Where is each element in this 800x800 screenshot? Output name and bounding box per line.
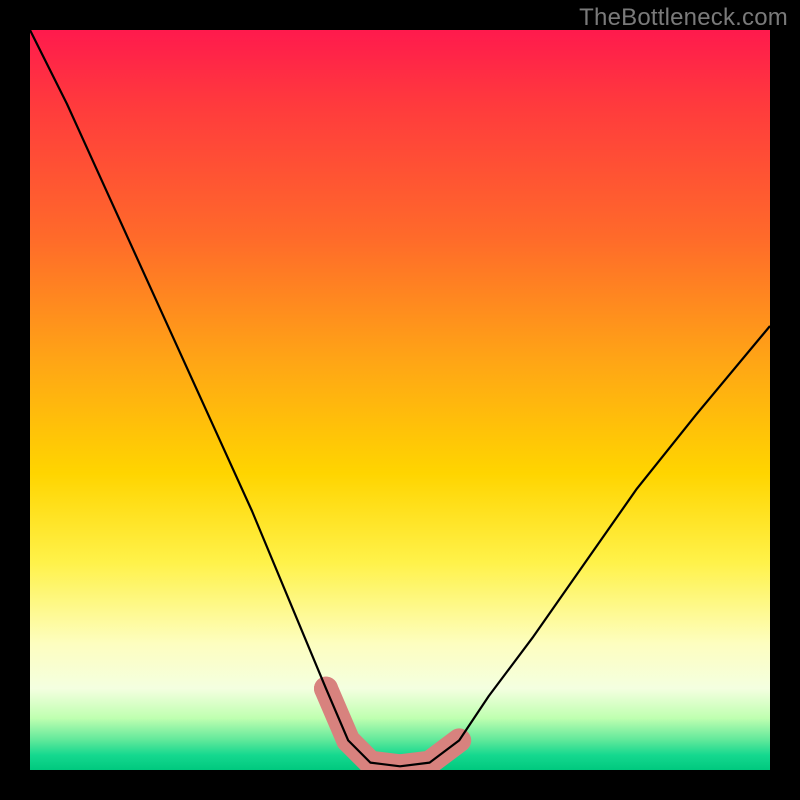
bottleneck-curve — [30, 30, 770, 766]
watermark-text: TheBottleneck.com — [579, 4, 788, 32]
plot-area — [30, 30, 770, 770]
curve-layer — [30, 30, 770, 770]
chart-frame: TheBottleneck.com — [0, 0, 800, 800]
